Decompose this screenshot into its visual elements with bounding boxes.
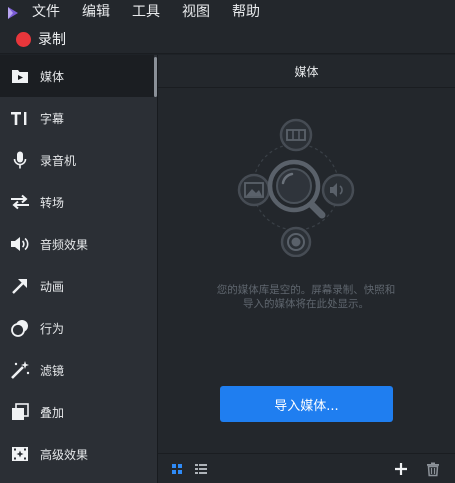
list-view-icon[interactable] [193,461,209,477]
sidebar-item-label: 动画 [40,279,65,294]
overlay-icon [10,402,30,422]
grid-view-icon[interactable] [169,461,185,477]
magic-wand-icon [10,360,30,380]
sidebar-item-label: 叠加 [40,405,65,420]
app-logo-icon [8,6,18,19]
record-button[interactable]: 录制 [38,29,66,49]
sidebar-item-audio-effects[interactable]: 音频效果 [0,223,154,265]
trash-icon[interactable] [425,461,441,477]
sidebar-item-transitions[interactable]: 转场 [0,181,154,223]
media-icon [10,66,30,86]
sidebar-item-label: 字幕 [40,111,65,126]
panel-title: 媒体 [294,64,319,79]
empty-library-illustration [237,118,355,257]
record-icon[interactable] [16,31,31,47]
text-icon [10,108,30,128]
menu-help[interactable]: 帮助 [232,0,260,25]
sidebar-item-label: 高级效果 [40,447,89,462]
media-panel: 媒体 您的媒体库是空的。屏幕录制、快照和导入的媒体将在此处显示。 导入媒体... [158,55,455,483]
image-icon [237,173,271,207]
sidebar-item-label: 行为 [40,321,65,336]
audio-icon [321,173,355,207]
sidebar-item-media[interactable]: 媒体 [0,55,154,97]
record-bar: 录制 [0,25,455,54]
magnifier-icon [267,159,326,219]
speaker-icon [10,234,30,254]
panel-bottom-bar [158,453,455,483]
menu-edit[interactable]: 编辑 [82,0,110,25]
sidebar: 媒体 字幕 录音机 转场 音频效果 动画 行为 滤镜 叠加 高级效果 [0,55,158,483]
arrow-icon [10,276,30,296]
panel-header: 媒体 [158,55,455,88]
advanced-effects-icon [10,444,30,464]
transition-icon [10,192,30,212]
sidebar-item-captions[interactable]: 字幕 [0,97,154,139]
menu-tools[interactable]: 工具 [132,0,160,25]
film-icon [279,118,313,152]
sidebar-item-label: 滤镜 [40,363,65,378]
sidebar-item-label: 转场 [40,195,65,210]
sidebar-item-recorder[interactable]: 录音机 [0,139,154,181]
empty-library-message: 您的媒体库是空的。屏幕录制、快照和导入的媒体将在此处显示。 [216,284,396,310]
behavior-icon [10,318,30,338]
menu-view[interactable]: 视图 [182,0,210,25]
sidebar-item-animations[interactable]: 动画 [0,265,154,307]
sidebar-item-label: 录音机 [40,153,77,168]
microphone-icon [10,150,30,170]
menu-file[interactable]: 文件 [32,0,60,25]
sidebar-item-filters[interactable]: 滤镜 [0,349,154,391]
sidebar-item-label: 媒体 [40,69,65,84]
record-media-icon [280,226,312,257]
import-media-label: 导入媒体... [274,398,339,414]
menu-bar: 文件 编辑 工具 视图 帮助 [0,0,455,25]
sidebar-item-behaviors[interactable]: 行为 [0,307,154,349]
sidebar-item-advanced-effects[interactable]: 高级效果 [0,433,154,475]
import-media-button[interactable]: 导入媒体... [220,386,393,422]
add-icon[interactable] [393,461,409,477]
sidebar-item-label: 音频效果 [40,237,89,252]
sidebar-item-overlay[interactable]: 叠加 [0,391,154,433]
